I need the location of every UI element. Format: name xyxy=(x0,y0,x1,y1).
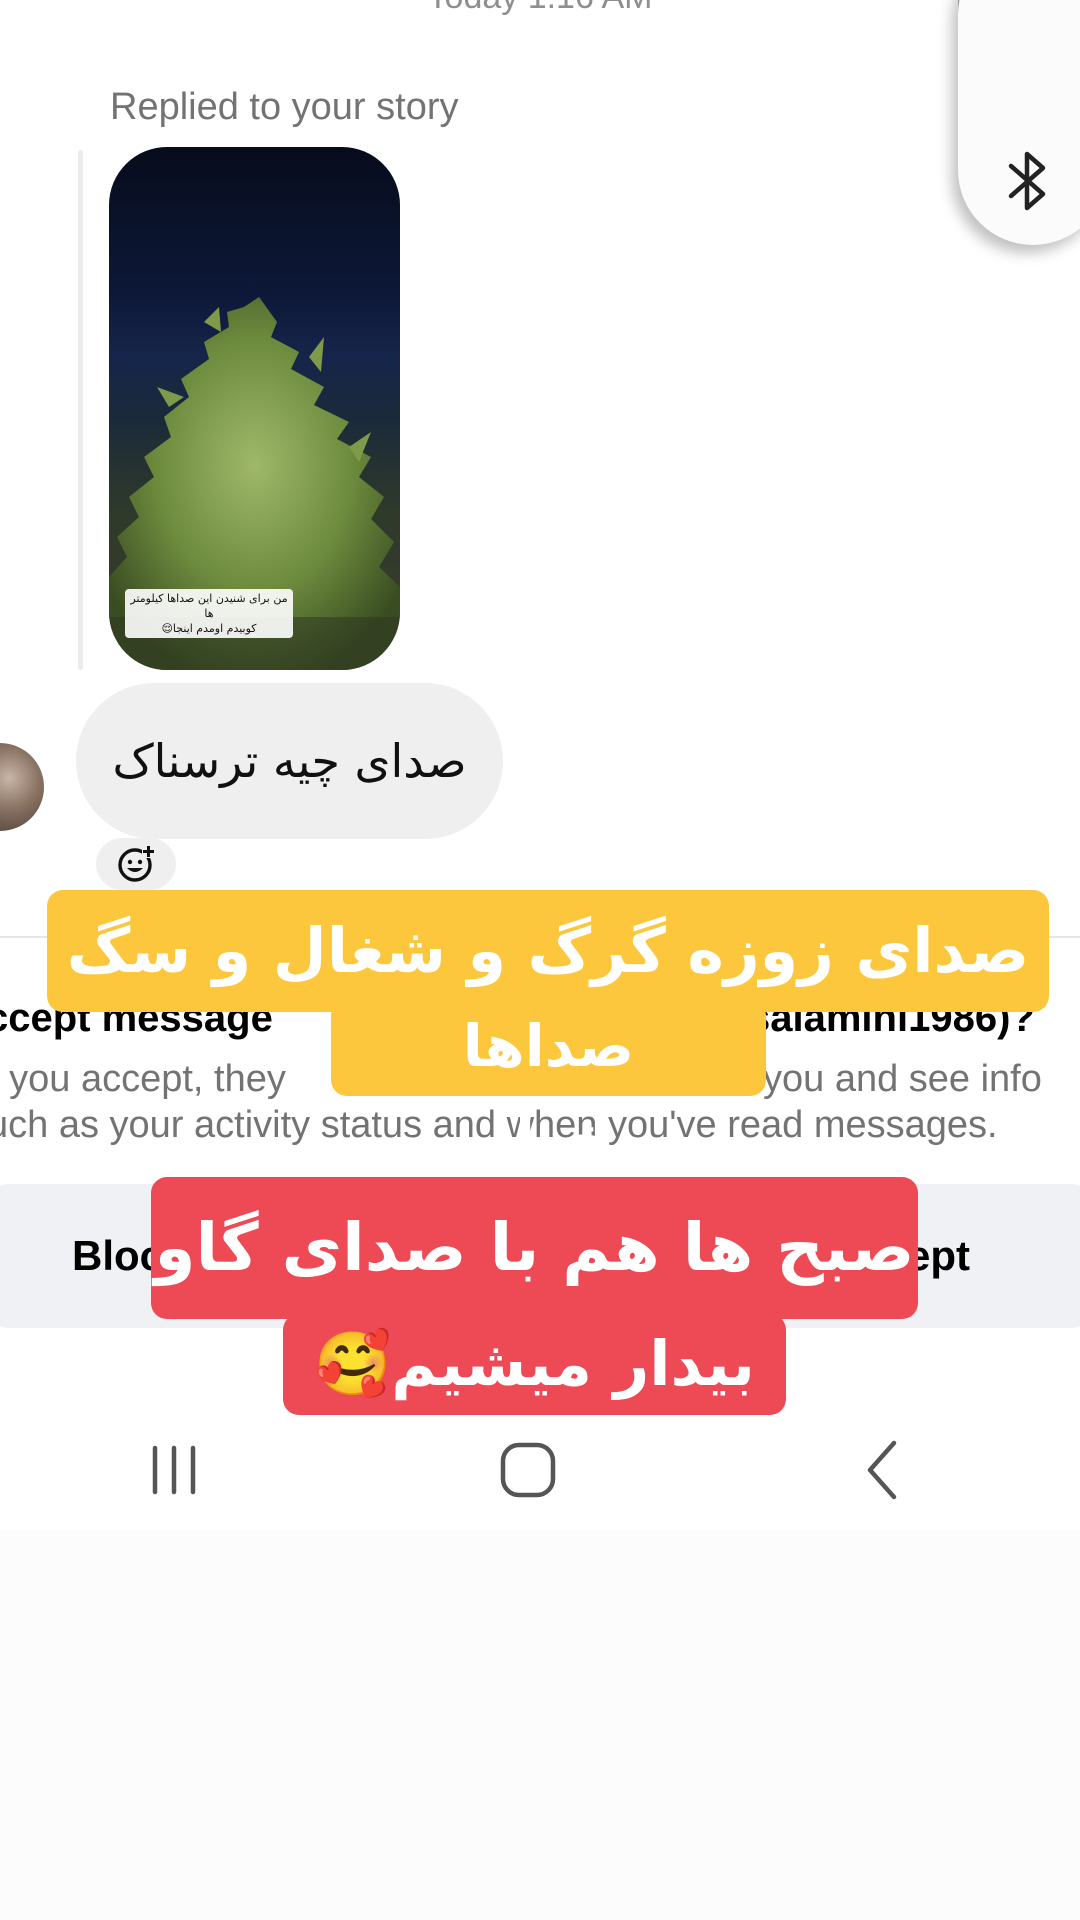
add-reaction-icon xyxy=(118,845,155,882)
back-icon xyxy=(867,1440,897,1500)
empty-bottom-area xyxy=(0,1530,1080,1920)
home-button[interactable] xyxy=(458,1410,598,1530)
story-caption: من برای شنیدن این صداها کیلومتر ها کوبید… xyxy=(125,589,293,638)
home-icon xyxy=(500,1442,556,1498)
story-thumbnail[interactable]: من برای شنیدن این صداها کیلومتر ها کوبید… xyxy=(109,147,400,670)
add-reaction-button[interactable] xyxy=(96,838,176,890)
recents-icon xyxy=(152,1445,196,1495)
accept-request-description-line1-end: you and see info xyxy=(763,1058,1042,1100)
message-bubble[interactable]: صدای چیه ترسناک xyxy=(76,683,503,839)
recents-button[interactable] xyxy=(104,1410,244,1530)
story-caption-line-2: کوبیدم اومدم اینجا😌 xyxy=(161,622,257,635)
replied-to-story-label: Replied to your story xyxy=(110,86,459,128)
system-navigation-bar xyxy=(0,1410,1080,1530)
block-button[interactable]: Bloc xyxy=(72,1232,163,1280)
message-timestamp: Today 1:16 AM xyxy=(0,0,1080,17)
sender-avatar[interactable] xyxy=(0,743,44,831)
back-button[interactable] xyxy=(812,1410,952,1530)
bluetooth-icon xyxy=(1003,150,1051,217)
yellow-caption-line2: صداها میخوابیم xyxy=(331,1000,766,1172)
red-caption-line2: بیدار میشیم🥰 xyxy=(283,1314,786,1415)
red-caption-line1: صبح ها هم با صدای گاو ها xyxy=(151,1177,918,1428)
story-caption-line-1: من برای شنیدن این صداها کیلومتر ها xyxy=(130,592,288,620)
accept-request-description-line1: f you accept, they xyxy=(0,1058,286,1100)
reply-indicator-line xyxy=(78,150,83,670)
yellow-caption-line1: صدای زوزه گرگ و شغال و سگ شبا با این xyxy=(47,890,1049,1109)
